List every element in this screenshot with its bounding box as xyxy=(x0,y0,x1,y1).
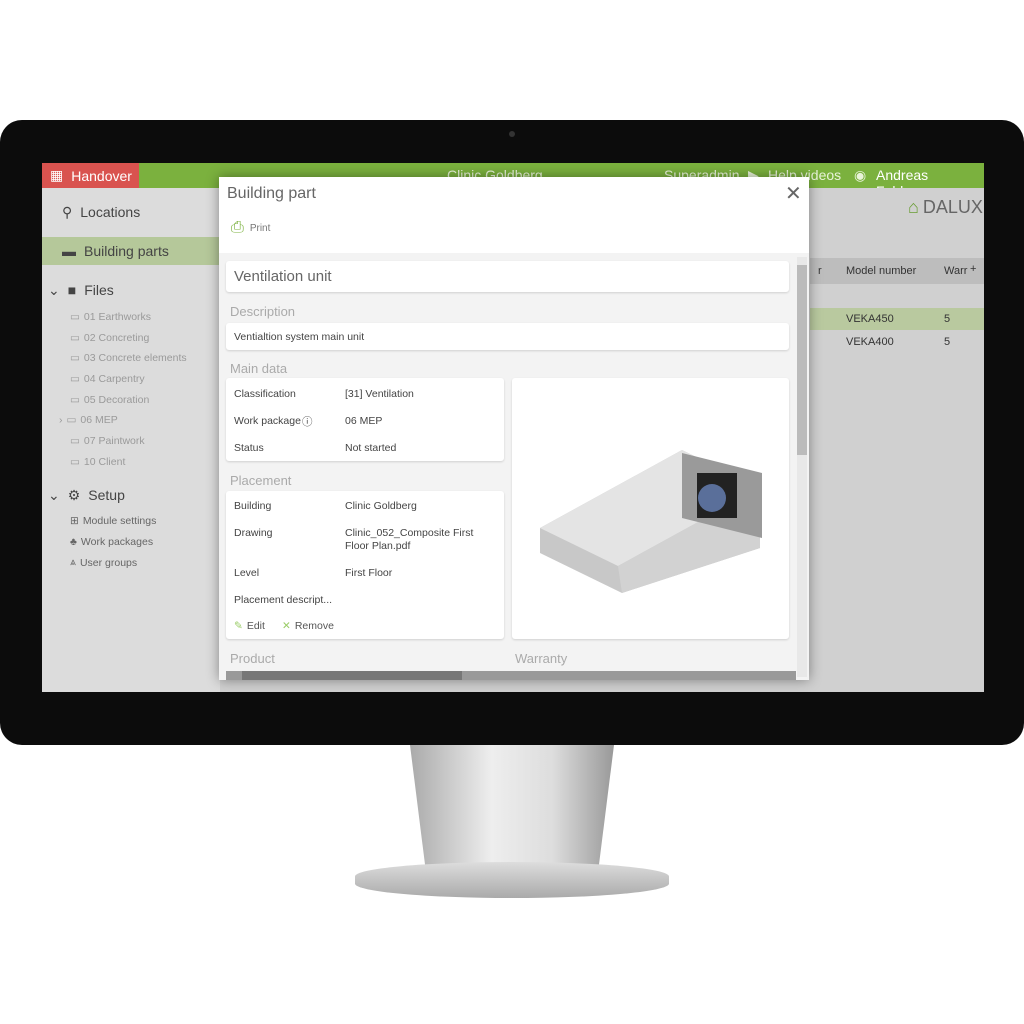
folder-item[interactable]: ▭ 02 Concreting xyxy=(70,332,149,344)
pencil-icon: ✎ xyxy=(234,620,243,632)
classification-value[interactable]: [31] Ventilation xyxy=(345,388,414,400)
setup-item-work-packages[interactable]: ♣ Work packages xyxy=(70,536,153,548)
section-label: Placement xyxy=(230,473,292,488)
add-column-icon[interactable]: + xyxy=(970,263,976,275)
status-value[interactable]: Not started xyxy=(345,442,396,454)
field-label: Level xyxy=(234,567,260,579)
dialog-title: Building part xyxy=(227,185,316,202)
drawing-link[interactable]: Clinic_052_Composite First Floor Plan.pd… xyxy=(345,527,485,553)
sidebar: ⚲ Locations ▬ Building parts ⌄ ■ Files ▭ 01 E… xyxy=(42,188,220,692)
folder-item[interactable]: ▭ 01 Earthworks xyxy=(70,311,151,323)
folder-icon: ▭ xyxy=(66,414,77,426)
setup-item-module-settings[interactable]: ⊞ Module settings xyxy=(70,515,156,527)
folder-item[interactable]: ▭ 04 Carpentry xyxy=(70,373,145,385)
folder-icon: ▭ xyxy=(70,311,80,323)
ventilation-unit-image xyxy=(540,450,762,593)
cell: 5 xyxy=(944,313,951,325)
close-icon[interactable]: ✕ xyxy=(785,181,802,206)
folder-item[interactable]: › ▭ 06 MEP xyxy=(59,414,118,426)
webcam xyxy=(509,131,515,137)
work-package-value[interactable]: 06 MEP xyxy=(345,415,382,427)
chevron-right-icon: › xyxy=(59,414,63,426)
cell: VEKA400 xyxy=(846,336,894,348)
folder-item[interactable]: ▭ 07 Paintwork xyxy=(70,435,145,447)
setup-item-user-groups[interactable]: ⩓ User groups xyxy=(70,556,137,569)
info-icon[interactable]: ⓘ xyxy=(302,414,313,429)
x-icon: ✕ xyxy=(282,620,291,632)
briefcase-icon: ▬ xyxy=(62,243,76,259)
folder-icon: ▭ xyxy=(70,456,80,468)
monitor-base xyxy=(355,862,669,898)
table-header: r Model number Warr + xyxy=(810,258,984,284)
folder-icon: ▭ xyxy=(70,352,80,364)
field-label: Status xyxy=(234,442,264,454)
section-label: Warranty xyxy=(515,651,568,666)
chevron-down-icon: ⌄ xyxy=(48,486,60,503)
table-row[interactable]: VEKA400 5 xyxy=(810,331,984,353)
name-field[interactable]: Ventilation unit xyxy=(226,261,789,292)
folder-item[interactable]: ▭ 03 Concrete elements xyxy=(70,352,187,364)
column-header-model-number[interactable]: Model number xyxy=(846,265,916,277)
level-value: First Floor xyxy=(345,567,393,579)
edit-button[interactable]: ✎ Edit xyxy=(234,620,265,632)
cell: 5 xyxy=(944,336,951,348)
folder-item[interactable]: ▭ 10 Client xyxy=(70,456,125,468)
remove-button[interactable]: ✕ Remove xyxy=(282,620,334,632)
main-data-card: Classification [31] Ventilation Work pack… xyxy=(226,378,504,461)
folder-icon: ▭ xyxy=(70,435,80,447)
hierarchy-icon: ♣ xyxy=(70,536,77,548)
sidebar-item-files[interactable]: ⌄ ■ Files xyxy=(42,276,220,304)
printer-icon: ⎙ xyxy=(231,219,244,236)
sidebar-item-setup[interactable]: ⌄ ⚙ Setup xyxy=(42,481,220,509)
column-header-warranty[interactable]: Warr xyxy=(944,265,967,277)
grid-icon: ▦ xyxy=(50,167,64,183)
house-icon: ⌂ xyxy=(908,197,919,217)
print-button[interactable]: ⎙ Print xyxy=(231,219,270,237)
column-header[interactable]: r xyxy=(818,265,822,277)
user-icon: ◉ xyxy=(854,167,867,183)
grid-icon: ⊞ xyxy=(70,515,79,527)
placement-card: Building Clinic Goldberg Drawing Clinic_05… xyxy=(226,491,504,639)
folder-icon: ▭ xyxy=(70,394,80,406)
dialog-header: Building part ✕ ⎙ Print xyxy=(219,177,809,253)
section-label: Product xyxy=(230,651,275,666)
field-label: Work package xyxy=(234,415,301,427)
section-label: Description xyxy=(230,304,296,319)
chevron-down-icon: ⌄ xyxy=(48,281,60,298)
building-value: Clinic Goldberg xyxy=(345,500,417,512)
field-label: Building xyxy=(234,500,272,512)
field-label: Placement descript... xyxy=(234,594,333,606)
cell: VEKA450 xyxy=(846,313,894,325)
field-label: Drawing xyxy=(234,527,273,539)
horizontal-scrollbar[interactable] xyxy=(226,671,796,680)
description-field[interactable]: Ventialtion system main unit xyxy=(226,323,789,350)
folder-icon: ▭ xyxy=(70,373,80,385)
folder-icon: ▭ xyxy=(70,332,80,344)
building-part-dialog: Building part ✕ ⎙ Print Ventilation unit … xyxy=(219,177,809,680)
app-switcher-button[interactable]: ▦ Handover xyxy=(42,163,139,188)
sidebar-item-locations[interactable]: ⚲ Locations xyxy=(42,198,220,226)
gear-icon: ⚙ xyxy=(67,486,81,503)
folder-item[interactable]: ▭ 05 Decoration xyxy=(70,394,149,406)
dalux-logo: ⌂ DALUX xyxy=(908,197,983,217)
pin-icon: ⚲ xyxy=(62,203,73,220)
users-icon: ⩓ xyxy=(70,556,76,568)
product-image xyxy=(512,378,789,639)
sidebar-item-building-parts[interactable]: ▬ Building parts xyxy=(42,237,220,265)
table-row[interactable]: VEKA450 5 xyxy=(810,308,984,330)
section-label: Main data xyxy=(230,361,288,376)
vertical-scrollbar[interactable] xyxy=(797,257,807,677)
folder-icon: ■ xyxy=(67,282,77,298)
monitor-stand xyxy=(410,745,614,875)
field-label: Classification xyxy=(234,388,296,400)
